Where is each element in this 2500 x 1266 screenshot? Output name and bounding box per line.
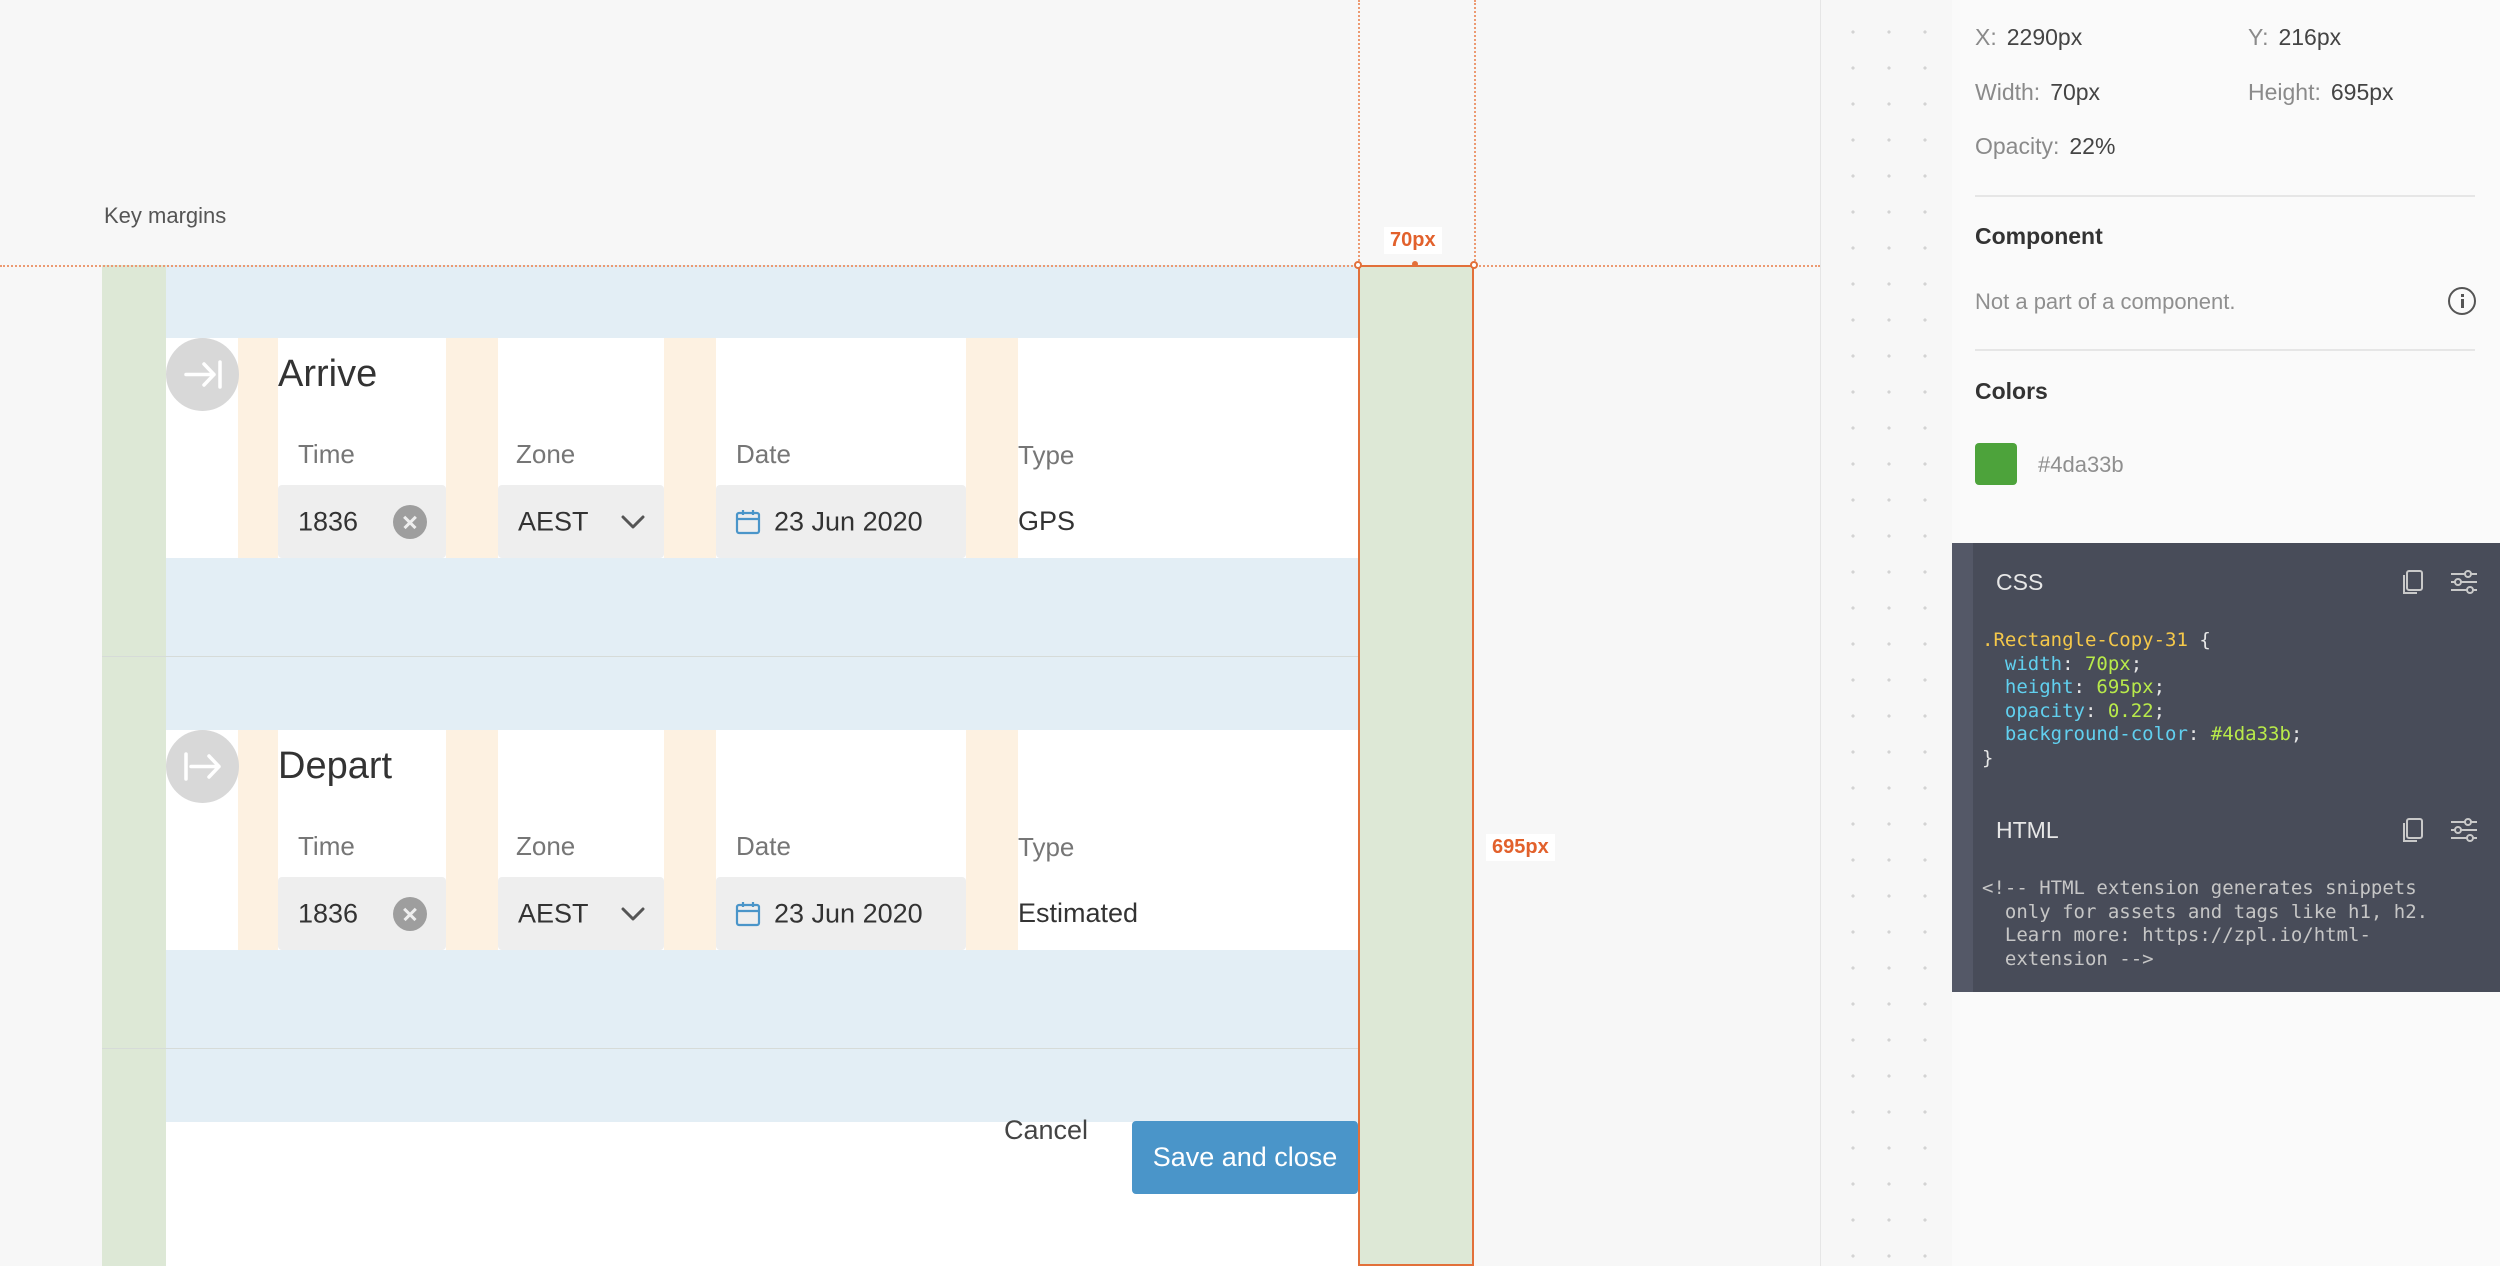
gutter-overlay xyxy=(446,338,498,558)
selection-handle[interactable] xyxy=(1354,261,1362,269)
design-canvas[interactable]: Key margins Arrive Time 1836 Zone AEST D… xyxy=(0,0,1820,1266)
arrive-title: Arrive xyxy=(278,353,378,395)
arrive-date-value: 23 Jun 2020 xyxy=(774,506,923,536)
selection-handle[interactable] xyxy=(1470,261,1478,269)
code-gutter xyxy=(1952,543,1973,992)
x-property: X: 2290px xyxy=(1975,24,2083,50)
color-swatch[interactable] xyxy=(1975,443,2017,485)
css-code[interactable]: .Rectangle-Copy-31 { width: 70px; height… xyxy=(1982,629,2302,771)
panel-divider xyxy=(1975,349,2475,351)
color-hex[interactable]: #4da33b xyxy=(2038,452,2124,478)
frame-label[interactable]: Key margins xyxy=(104,203,226,229)
arrive-date-label: Date xyxy=(736,439,791,469)
gutter-overlay xyxy=(238,730,278,950)
panel-divider xyxy=(1975,195,2475,197)
depart-time-value: 1836 xyxy=(298,898,359,928)
depart-time-input[interactable]: 1836 xyxy=(278,877,446,950)
arrive-time-label: Time xyxy=(298,439,355,469)
component-text: Not a part of a component. xyxy=(1975,289,2236,314)
height-property: Height: 695px xyxy=(2248,79,2394,105)
width-property: Width: 70px xyxy=(1975,79,2101,105)
gutter-overlay xyxy=(664,730,716,950)
arrive-type-label: Type xyxy=(1018,440,1075,470)
arrive-zone-value: AEST xyxy=(518,506,589,536)
depart-type-label: Type xyxy=(1018,832,1075,862)
selection-handle[interactable] xyxy=(1412,261,1418,267)
canvas-edge-strip xyxy=(1820,0,1953,1266)
info-icon[interactable] xyxy=(2448,287,2476,315)
calendar-icon xyxy=(735,510,761,535)
width-measurement: 70px xyxy=(1384,227,1442,254)
depart-date-value: 23 Jun 2020 xyxy=(774,898,923,928)
depart-zone-label: Zone xyxy=(516,831,576,861)
vertical-guide xyxy=(1474,0,1476,265)
settings-sliders-icon[interactable] xyxy=(2448,815,2480,845)
depart-zone-select[interactable]: AEST xyxy=(498,877,664,950)
top-margin-overlay xyxy=(166,265,1360,338)
selected-rectangle[interactable] xyxy=(1358,265,1474,1266)
html-code[interactable]: <!-- HTML extension generates snippets o… xyxy=(1982,877,2428,971)
left-margin-overlay xyxy=(102,265,166,1266)
depart-time-label: Time xyxy=(298,831,355,861)
gutter-overlay xyxy=(446,730,498,950)
depart-date-label: Date xyxy=(736,831,791,861)
code-panel: CSS .Rectangle-Copy-31 { width: 70px; he… xyxy=(1952,543,2500,992)
html-title: HTML xyxy=(1996,817,2059,843)
settings-sliders-icon[interactable] xyxy=(2448,567,2480,597)
dialog-frame[interactable]: Arrive Time 1836 Zone AEST Date 23 Jun 2… xyxy=(102,265,1360,1266)
colors-heading: Colors xyxy=(1975,378,2048,404)
height-measurement: 695px xyxy=(1486,834,1555,861)
gutter-overlay xyxy=(966,338,1018,558)
horizontal-guide xyxy=(0,265,1820,267)
arrive-icon xyxy=(166,338,239,411)
arrive-date-input[interactable]: 23 Jun 2020 xyxy=(716,485,966,558)
calendar-icon xyxy=(735,902,761,927)
top-margin-overlay xyxy=(166,657,1360,730)
top-margin-overlay xyxy=(166,1049,1360,1122)
margin-band-overlay xyxy=(166,950,1360,1049)
depart-date-input[interactable]: 23 Jun 2020 xyxy=(716,877,966,950)
arrive-type-value: GPS xyxy=(1018,506,1076,536)
css-title: CSS xyxy=(1996,569,2044,595)
arrive-zone-label: Zone xyxy=(516,439,576,469)
copy-icon[interactable] xyxy=(2398,567,2428,597)
arrive-zone-select[interactable]: AEST xyxy=(498,485,664,558)
gutter-overlay xyxy=(966,730,1018,950)
margin-band-overlay xyxy=(166,558,1360,657)
copy-icon[interactable] xyxy=(2398,815,2428,845)
depart-title: Depart xyxy=(278,745,393,787)
clear-icon[interactable] xyxy=(393,505,427,539)
vertical-guide xyxy=(1358,0,1360,265)
depart-icon xyxy=(166,730,239,803)
depart-type-value: Estimated xyxy=(1018,898,1139,928)
clear-icon[interactable] xyxy=(393,897,427,931)
chevron-down-icon xyxy=(621,515,645,529)
gutter-overlay xyxy=(238,338,278,558)
arrive-time-input[interactable]: 1836 xyxy=(278,485,446,558)
cancel-button[interactable]: Cancel xyxy=(1004,1115,1088,1146)
y-property: Y: 216px xyxy=(2248,24,2342,50)
opacity-property: Opacity: 22% xyxy=(1975,133,2116,159)
depart-zone-value: AEST xyxy=(518,898,589,928)
chevron-down-icon xyxy=(621,907,645,921)
gutter-overlay xyxy=(664,338,716,558)
arrive-time-value: 1836 xyxy=(298,506,359,536)
component-heading: Component xyxy=(1975,223,2103,249)
save-and-close-button[interactable]: Save and close xyxy=(1132,1121,1358,1194)
